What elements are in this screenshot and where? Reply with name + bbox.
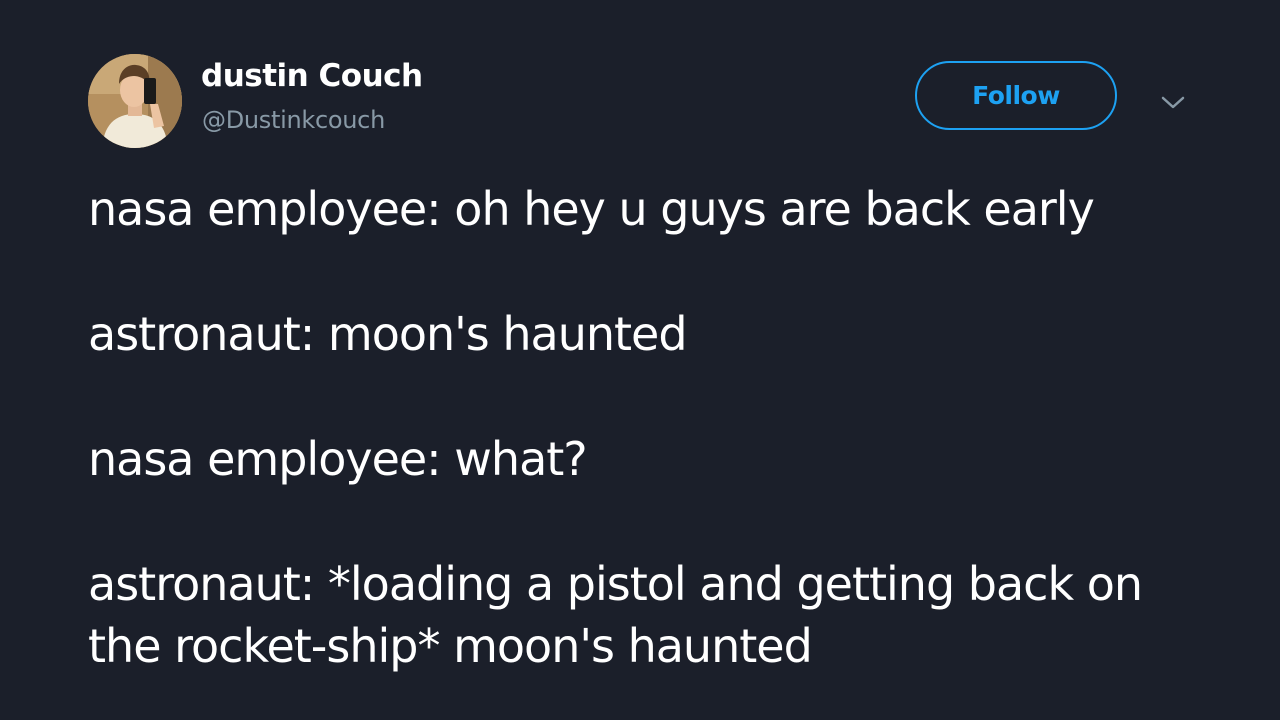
tweet-line: nasa employee: oh hey u guys are back ea… — [88, 182, 1095, 236]
avatar-image — [88, 54, 182, 148]
follow-button[interactable]: Follow — [915, 61, 1117, 130]
author-handle[interactable]: @Dustinkcouch — [202, 106, 385, 134]
chevron-down-icon[interactable] — [1158, 88, 1188, 118]
avatar[interactable] — [88, 54, 182, 148]
tweet-line: astronaut: *loading a pistol and getting… — [88, 557, 1143, 673]
author-display-name[interactable]: dustin Couch — [201, 58, 423, 94]
tweet-text: nasa employee: oh hey u guys are back ea… — [88, 178, 1198, 677]
tweet-line: astronaut: moon's haunted — [88, 307, 688, 361]
tweet-card: dustin Couch @Dustinkcouch Follow nasa e… — [0, 0, 1280, 720]
tweet-line: nasa employee: what? — [88, 432, 588, 486]
